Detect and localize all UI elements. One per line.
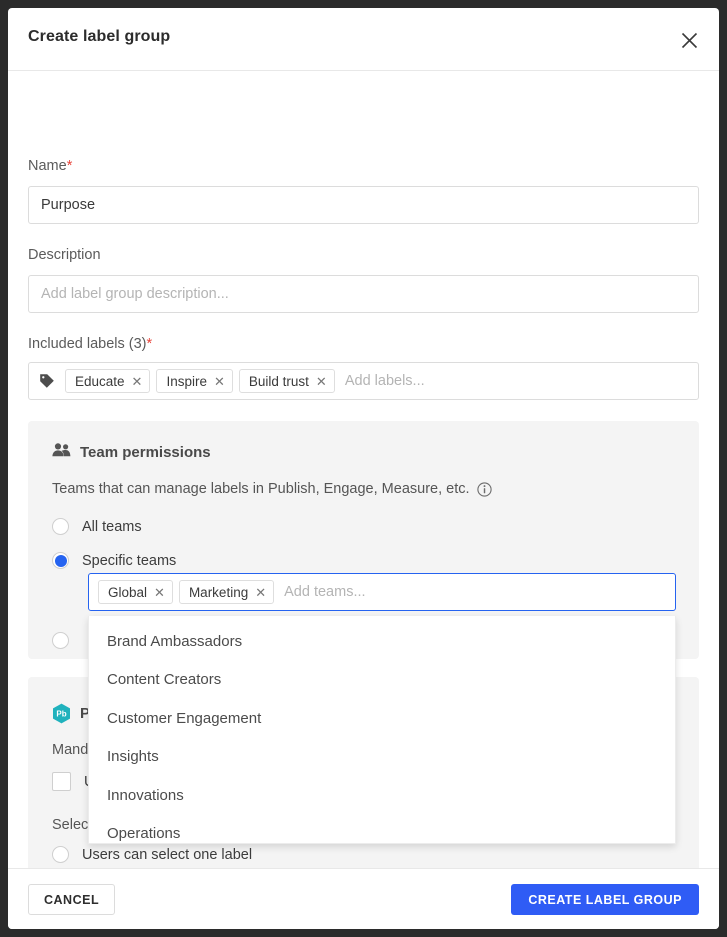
description-input[interactable] [28, 275, 699, 313]
info-circle-icon[interactable] [476, 481, 492, 497]
dropdown-option-customer-engagement[interactable]: Customer Engagement [89, 699, 675, 738]
team-permissions-title: Team permissions [52, 443, 211, 461]
radio-select-one-label[interactable]: Users can select one label [52, 846, 252, 863]
close-icon[interactable]: ✕ [214, 375, 225, 388]
dialog-footer: CANCEL CREATE LABEL GROUP [8, 868, 719, 929]
radio-all-teams[interactable]: All teams [52, 518, 142, 535]
radio-select-one-label-text: Users can select one label [82, 846, 253, 863]
radio-third-option-control[interactable] [52, 632, 69, 649]
team-permissions-title-text: Team permissions [80, 443, 211, 461]
team-chip[interactable]: Global ✕ [98, 580, 173, 604]
required-asterisk: * [146, 336, 153, 352]
dropdown-option-insights[interactable]: Insights [89, 738, 675, 777]
publishing-title: Pb P [52, 703, 90, 724]
team-permissions-subtitle-text: Teams that can manage labels in Publish,… [52, 481, 470, 497]
close-icon[interactable]: ✕ [132, 375, 143, 388]
create-label-group-dialog: Create label group Name* Description Inc… [8, 8, 719, 929]
dropdown-option-content-creators[interactable]: Content Creators [89, 661, 675, 700]
pb-hexagon-icon: Pb [52, 703, 71, 724]
close-icon[interactable]: ✕ [316, 375, 327, 388]
close-icon[interactable]: ✕ [154, 586, 165, 599]
radio-specific-teams[interactable]: Specific teams [52, 552, 176, 569]
label-chip[interactable]: Build trust ✕ [238, 369, 335, 393]
tag-icon [39, 373, 55, 389]
create-label-group-button[interactable]: CREATE LABEL GROUP [511, 884, 699, 915]
selection-label-text: Selec [52, 817, 89, 833]
label-chip-text: Build trust [248, 373, 309, 389]
team-chip[interactable]: Marketing ✕ [178, 580, 275, 604]
description-label: Description [28, 247, 101, 263]
radio-specific-teams-label: Specific teams [82, 552, 177, 569]
label-chip-text: Educate [75, 373, 125, 389]
add-labels-placeholder[interactable]: Add labels... [345, 373, 425, 389]
dialog-body: Name* Description Included labels (3)* E… [8, 71, 719, 909]
close-icon[interactable] [673, 24, 705, 56]
dropdown-option-brand-ambassadors[interactable]: Brand Ambassadors [89, 622, 675, 661]
add-teams-placeholder[interactable]: Add teams... [284, 584, 365, 600]
label-chip-text: Inspire [166, 373, 207, 389]
label-chip[interactable]: Inspire ✕ [156, 369, 233, 393]
radio-select-one-label-control[interactable] [52, 846, 69, 863]
close-icon[interactable]: ✕ [255, 586, 266, 599]
svg-text:Pb: Pb [56, 710, 66, 719]
name-input[interactable] [28, 186, 699, 224]
teams-select-input[interactable]: Global ✕ Marketing ✕ Add teams... [88, 573, 676, 611]
radio-specific-teams-control[interactable] [52, 552, 69, 569]
dialog-title: Create label group [28, 28, 171, 45]
required-asterisk: * [66, 158, 73, 174]
included-labels-label-text: Included labels (3) [28, 336, 147, 352]
selection-label: Selec [52, 817, 88, 833]
name-label-text: Name [28, 158, 67, 174]
team-chip-text: Global [108, 584, 148, 600]
included-labels-label: Included labels (3)* [28, 336, 152, 352]
label-chip[interactable]: Educate ✕ [65, 369, 151, 393]
radio-all-teams-control[interactable] [52, 518, 69, 535]
radio-third-option[interactable] [52, 632, 82, 649]
dropdown-option-operations[interactable]: Operations [89, 815, 675, 844]
dropdown-option-innovations[interactable]: Innovations [89, 776, 675, 815]
people-icon [52, 443, 71, 461]
included-labels-input[interactable]: Educate ✕ Inspire ✕ Build trust ✕ Add la… [28, 362, 699, 400]
name-label: Name* [28, 158, 72, 174]
team-permissions-subtitle: Teams that can manage labels in Publish,… [52, 481, 492, 497]
mandatory-label: Mand [52, 742, 88, 758]
cancel-button[interactable]: CANCEL [28, 884, 116, 915]
teams-dropdown-list[interactable]: Brand Ambassadors Content Creators Custo… [88, 616, 676, 844]
mandatory-checkbox[interactable] [52, 772, 71, 791]
mandatory-label-text: Mand [52, 742, 89, 758]
team-chip-text: Marketing [188, 584, 249, 600]
dialog-header: Create label group [8, 8, 719, 71]
radio-all-teams-label: All teams [82, 518, 142, 535]
